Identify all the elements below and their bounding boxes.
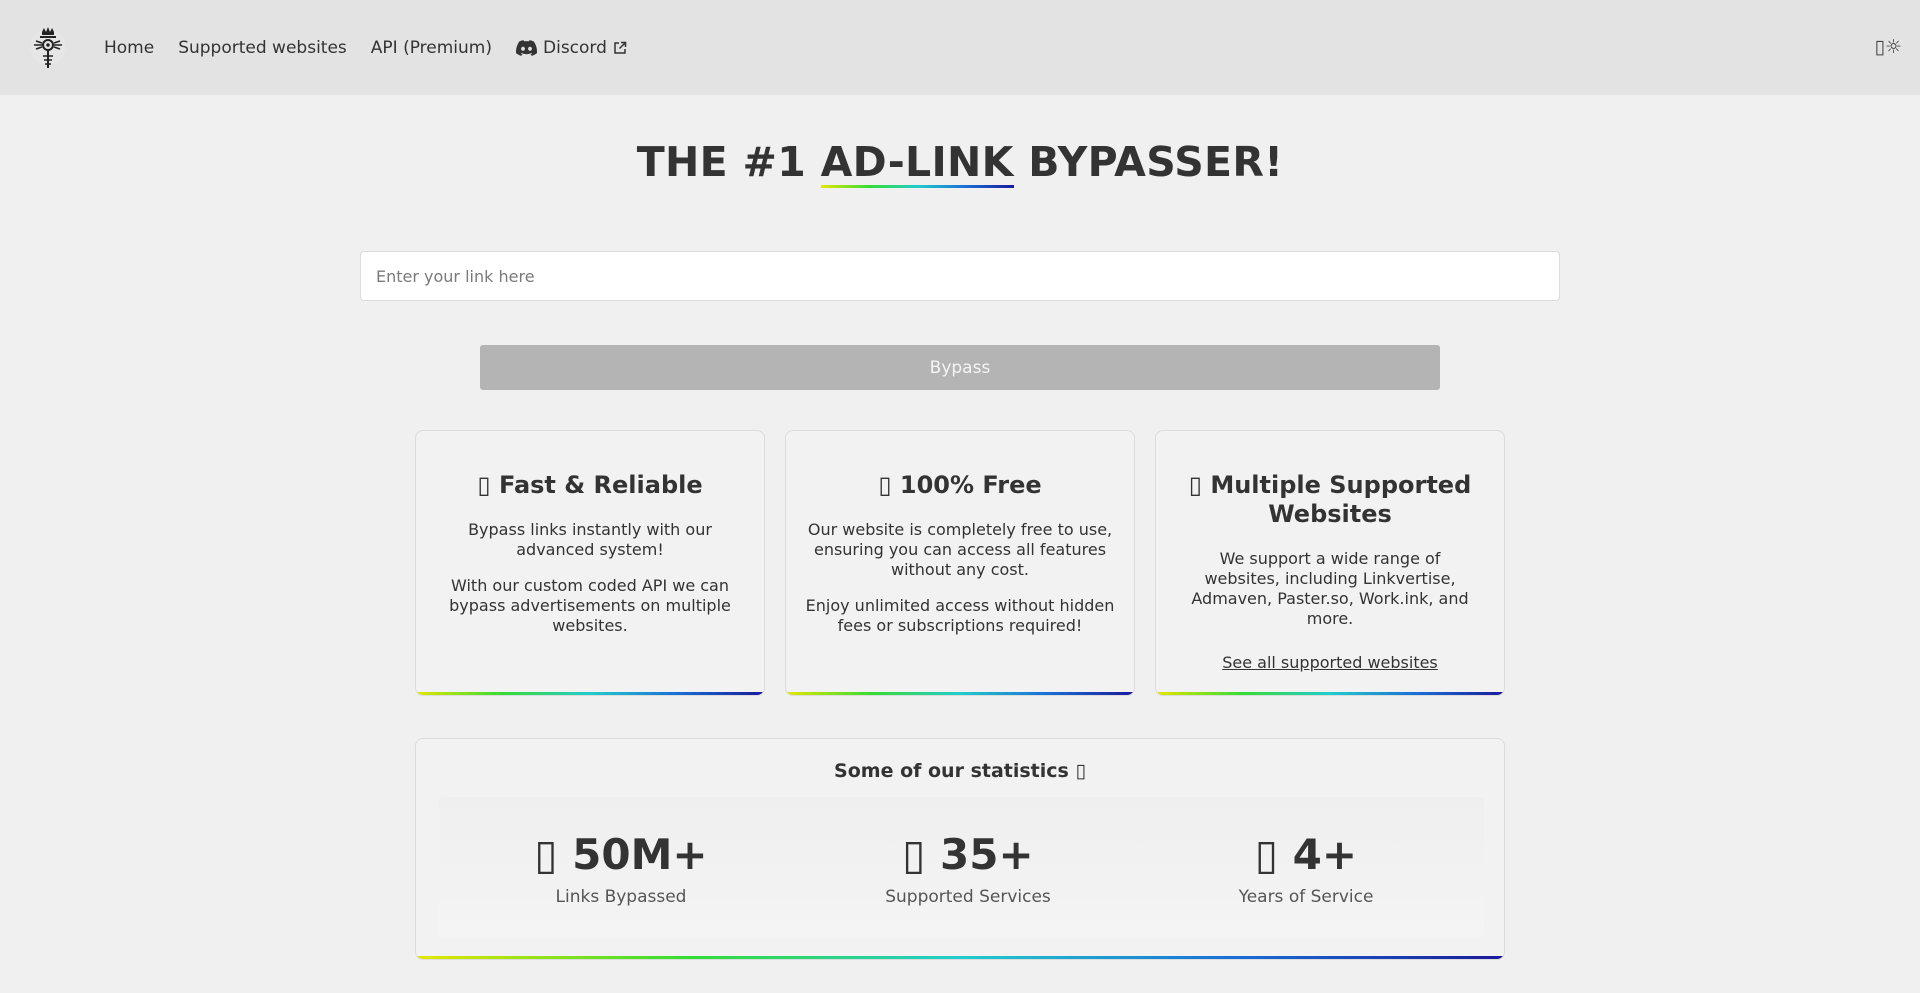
stat-value-text: 50M+ <box>572 830 708 879</box>
see-all-websites-link[interactable]: See all supported websites <box>1222 653 1438 672</box>
chart-icon: ▯ <box>1075 760 1086 782</box>
globe-icon: ▯ <box>1188 471 1202 499</box>
discord-icon <box>516 39 537 56</box>
feature-card-title: ▯ Fast & Reliable <box>434 471 746 500</box>
hero-title-before: THE #1 <box>636 138 821 186</box>
feature-card-text: We support a wide range of websites, inc… <box>1191 549 1469 628</box>
stat-value-text: 4+ <box>1292 830 1358 879</box>
feature-card-fast-reliable: ▯ Fast & Reliable Bypass links instantly… <box>415 430 765 696</box>
theme-toggle-button[interactable]: ▯☼ <box>1875 36 1903 58</box>
nav-supported-websites-label: Supported websites <box>178 37 347 58</box>
link-input[interactable] <box>360 251 1560 301</box>
globe-icon: ▯ <box>902 830 926 879</box>
nav-links: Home Supported websites API (Premium) Di… <box>104 0 627 95</box>
logo-icon[interactable] <box>28 26 68 70</box>
nav-api-link[interactable]: API (Premium) <box>371 38 492 58</box>
feature-card-title: ▯ Multiple Supported Websites <box>1174 471 1486 529</box>
feature-card-title-text: 100% Free <box>899 471 1042 499</box>
hero-title: THE #1 AD-LINK BYPASSER! <box>0 138 1920 188</box>
feature-card-free: ▯ 100% Free Our website is completely fr… <box>785 430 1135 696</box>
nav-supported-websites-link[interactable]: Supported websites <box>178 38 347 58</box>
feature-card-title: ▯ 100% Free <box>804 471 1116 500</box>
stat-value-services: ▯ 35+ <box>818 830 1118 879</box>
feature-card-text: Bypass links instantly with our advanced… <box>468 520 712 559</box>
hero-title-after: BYPASSER! <box>1013 138 1284 186</box>
nav-api-label: API (Premium) <box>370 37 492 58</box>
lightning-icon: ▯ <box>477 471 491 499</box>
stats-title-text: Some of our statistics <box>834 760 1069 782</box>
stats-title: Some of our statistics ▯ <box>416 760 1504 782</box>
money-icon: ▯ <box>878 471 892 499</box>
nav-home-label: Home <box>104 37 155 58</box>
feature-card-title-text: Fast & Reliable <box>498 471 703 499</box>
stat-label-years: Years of Service <box>1238 887 1374 907</box>
external-link-icon <box>614 41 627 54</box>
link-icon: ▯ <box>534 830 558 879</box>
stat-value-links: ▯ 50M+ <box>471 830 771 879</box>
nav-discord-link[interactable]: Discord <box>516 38 627 58</box>
feature-card-multiple-websites: ▯ Multiple Supported Websites We support… <box>1155 430 1505 696</box>
bypass-button[interactable]: Bypass <box>480 345 1440 390</box>
theme-toggle-icon: ▯☼ <box>1874 36 1903 58</box>
feature-card-text: Our website is completely free to use, e… <box>807 520 1113 579</box>
feature-card-text: With our custom coded API we can bypass … <box>449 576 731 635</box>
hero-title-highlight: AD-LINK <box>820 138 1014 188</box>
feature-card-title-text: Multiple Supported Websites <box>1210 471 1472 528</box>
calendar-icon: ▯ <box>1254 830 1279 879</box>
feature-card-text: Enjoy unlimited access without hidden fe… <box>805 596 1115 635</box>
stat-label-services: Supported Services <box>885 887 1051 907</box>
navbar: Home Supported websites API (Premium) Di… <box>0 0 1920 95</box>
stat-value-text: 35+ <box>940 830 1034 879</box>
stat-label-links: Links Bypassed <box>555 887 687 907</box>
nav-home-link[interactable]: Home <box>104 38 154 58</box>
stat-value-years: ▯ 4+ <box>1156 830 1456 879</box>
nav-discord-label: Discord <box>543 37 607 58</box>
